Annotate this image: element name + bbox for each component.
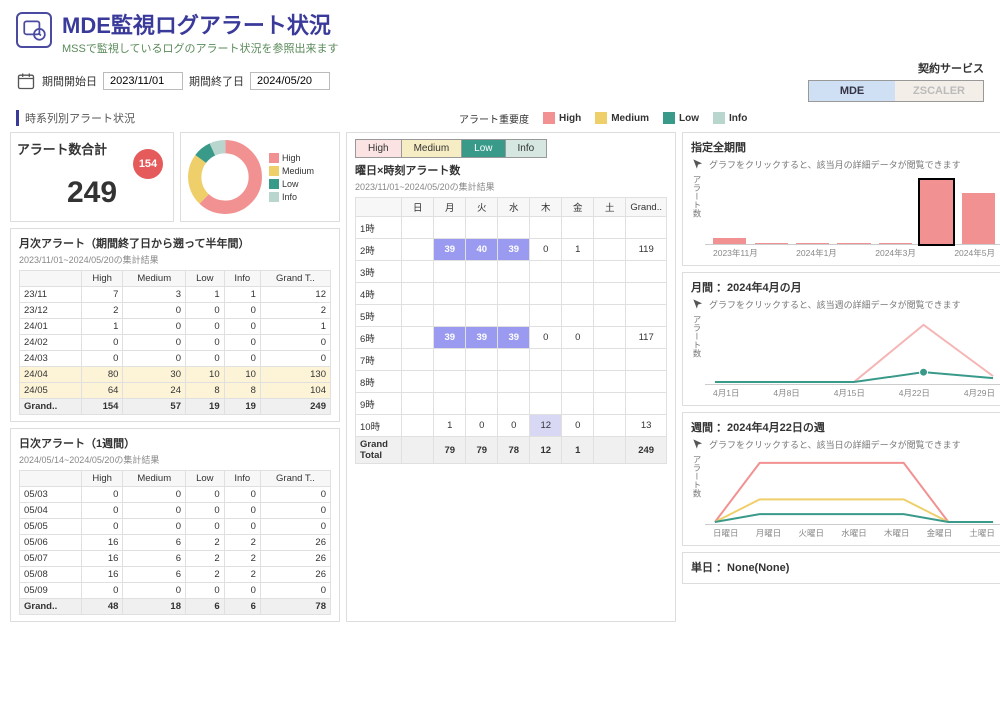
cursor-icon [691, 297, 705, 311]
high-badge: 154 [133, 149, 163, 179]
end-date-label: 期間終了日 [189, 73, 244, 89]
table-row[interactable]: Grand..154571919249 [20, 399, 331, 415]
donut-pane: High Medium Low Info [180, 132, 340, 222]
table-row[interactable]: 05/081662226 [20, 567, 331, 583]
table-row[interactable]: 24/0300000 [20, 351, 331, 367]
table-row[interactable]: 05/0900000 [20, 583, 331, 599]
table-row[interactable]: 23/1220002 [20, 303, 331, 319]
daily-table: HighMediumLowInfoGrand T..05/030000005/0… [19, 470, 331, 615]
sev-tab-medium[interactable]: Medium [401, 139, 463, 158]
table-row[interactable]: 24/0480301010130 [20, 367, 331, 383]
table-row[interactable]: 24/0110001 [20, 319, 331, 335]
total-count-pane: アラート数合計 154 249 [10, 132, 174, 222]
service-tab-mde[interactable]: MDE [809, 81, 895, 101]
single-pane: 単日 ：None(None) [682, 552, 1000, 584]
monthly-pane: 月次アラート（期間終了日から遡って半年間） 2023/11/01~2024/05… [10, 228, 340, 422]
app-icon [16, 12, 52, 48]
period-pane: 指定全期間 グラフをクリックすると、該当月の詳細データが閲覧できます アラート数… [682, 132, 1000, 266]
table-row[interactable]: 05/071662226 [20, 551, 331, 567]
service-label: 契約サービス [808, 60, 984, 76]
month-pane: 月間 ：2024年4月の月 グラフをクリックすると、該当週の詳細データが閲覧でき… [682, 272, 1000, 406]
table-row[interactable]: Grand..48186678 [20, 599, 331, 615]
month-line-chart[interactable] [705, 315, 1000, 385]
table-row[interactable]: 05/0400000 [20, 503, 331, 519]
table-row[interactable]: 23/11731112 [20, 287, 331, 303]
calendar-icon [16, 71, 36, 91]
table-row[interactable]: 24/0200000 [20, 335, 331, 351]
sev-tab-low[interactable]: Low [461, 139, 505, 158]
week-pane: 週間 ：2024年4月22日の週 グラフをクリックすると、該当日の詳細データが閲… [682, 412, 1000, 546]
table-row[interactable]: 05/061662226 [20, 535, 331, 551]
donut-chart[interactable] [185, 137, 265, 217]
heatmap-table[interactable]: 日月火水木金土Grand..1時2時394039011193時4時5時6時393… [355, 197, 667, 464]
heatmap-pane: High Medium Low Info 曜日×時刻アラート数 2023/11/… [346, 132, 676, 622]
sev-tab-high[interactable]: High [355, 139, 402, 158]
start-date-label: 期間開始日 [42, 73, 97, 89]
service-tabs: MDE ZSCALER [808, 80, 984, 102]
sev-tab-info[interactable]: Info [505, 139, 548, 158]
week-line-chart[interactable] [705, 455, 1000, 525]
monthly-table: HighMediumLowInfoGrand T..23/1173111223/… [19, 270, 331, 415]
daily-pane: 日次アラート（1週間） 2024/05/14~2024/05/20の集計結果 H… [10, 428, 340, 622]
severity-legend: アラート重要度 High Medium Low Info [459, 111, 747, 126]
legend-label: アラート重要度 [459, 111, 529, 126]
table-row[interactable]: 24/05642488104 [20, 383, 331, 399]
table-row[interactable]: 05/0300000 [20, 487, 331, 503]
end-date-input[interactable] [250, 72, 330, 90]
start-date-input[interactable] [103, 72, 183, 90]
period-bar-chart[interactable] [705, 175, 1000, 245]
section-title: 時系列別アラート状況 [16, 110, 135, 126]
page-title: MDE監視ログアラート状況 [62, 8, 339, 40]
page-subtitle: MSSで監視しているログのアラート状況を参照出来ます [62, 40, 339, 56]
table-row[interactable]: 05/0500000 [20, 519, 331, 535]
total-count: 249 [17, 176, 167, 210]
cursor-icon [691, 157, 705, 171]
service-tab-zscaler[interactable]: ZSCALER [895, 81, 983, 101]
cursor-icon [691, 437, 705, 451]
